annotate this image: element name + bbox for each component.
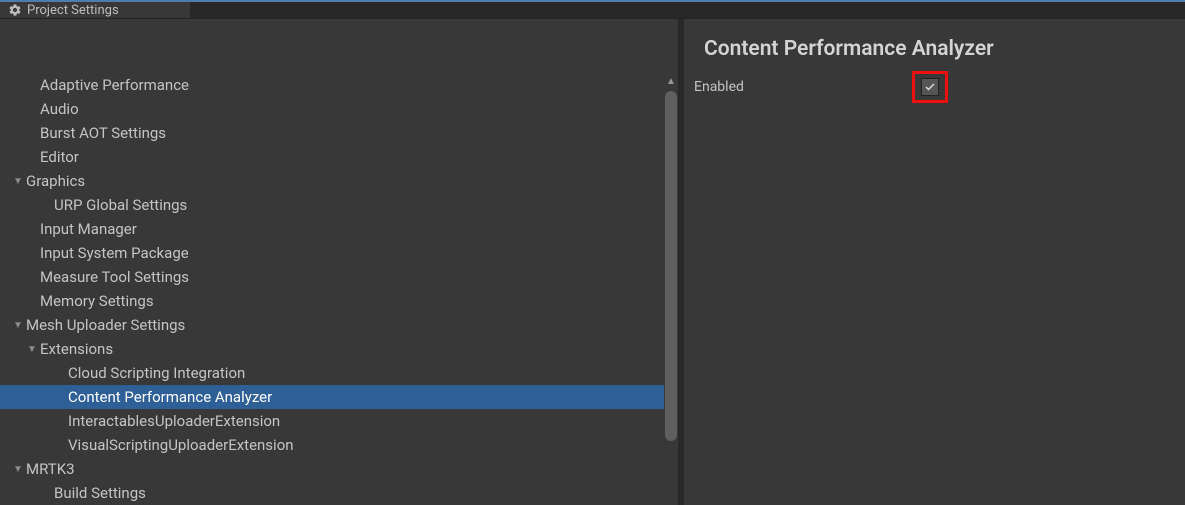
tree-item-label: Build Settings xyxy=(54,484,146,502)
tree-item-label: Content Performance Analyzer xyxy=(68,388,272,406)
tree-item-cloud-scripting-integration[interactable]: Cloud Scripting Integration xyxy=(0,361,664,385)
tab-label: Project Settings xyxy=(27,3,119,18)
expand-arrow-icon[interactable]: ▼ xyxy=(26,344,38,355)
tree-item-mrtk3[interactable]: ▼MRTK3 xyxy=(0,457,664,481)
scroll-thumb[interactable] xyxy=(665,91,677,441)
detail-title: Content Performance Analyzer xyxy=(704,37,1171,61)
tree-item-burst-aot-settings[interactable]: Burst AOT Settings xyxy=(0,121,664,145)
enabled-checkbox[interactable] xyxy=(921,78,939,96)
tree-item-adaptive-performance[interactable]: Adaptive Performance xyxy=(0,73,664,97)
tree-item-label: Measure Tool Settings xyxy=(40,268,189,286)
tree-item-input-manager[interactable]: Input Manager xyxy=(0,217,664,241)
enabled-label: Enabled xyxy=(694,79,912,95)
tree-item-visualscriptinguploaderextension[interactable]: VisualScriptingUploaderExtension xyxy=(0,433,664,457)
tree-item-measure-tool-settings[interactable]: Measure Tool Settings xyxy=(0,265,664,289)
enabled-row: Enabled xyxy=(694,75,1171,99)
tree-item-label: Burst AOT Settings xyxy=(40,124,166,142)
tab-project-settings[interactable]: Project Settings xyxy=(0,2,190,18)
tree-item-label: Editor xyxy=(40,148,79,166)
gear-icon xyxy=(8,3,22,17)
tree-item-label: Graphics xyxy=(26,172,85,190)
tree-item-label: URP Global Settings xyxy=(54,196,187,214)
tree-item-label: Input Manager xyxy=(40,220,137,238)
expand-arrow-icon[interactable]: ▼ xyxy=(12,464,24,475)
scroll-up-icon[interactable]: ▲ xyxy=(664,73,678,89)
tree-item-editor[interactable]: Editor xyxy=(0,145,664,169)
tab-bar: Project Settings xyxy=(0,0,1185,18)
tree-item-label: Adaptive Performance xyxy=(40,76,189,94)
detail-panel: Content Performance Analyzer Enabled xyxy=(684,19,1185,113)
tree-item-extensions[interactable]: ▼Extensions xyxy=(0,337,664,361)
tree-item-label: Audio xyxy=(40,100,79,118)
tree-item-interactablesuploaderextension[interactable]: InteractablesUploaderExtension xyxy=(0,409,664,433)
tree-item-memory-settings[interactable]: Memory Settings xyxy=(0,289,664,313)
tree-item-urp-global-settings[interactable]: URP Global Settings xyxy=(0,193,664,217)
tree-item-content-performance-analyzer[interactable]: Content Performance Analyzer xyxy=(0,385,664,409)
tree-item-input-system-package[interactable]: Input System Package xyxy=(0,241,664,265)
highlight-box xyxy=(912,71,948,103)
tree-item-label: Mesh Uploader Settings xyxy=(26,316,185,334)
tree-item-label: InteractablesUploaderExtension xyxy=(68,412,280,430)
tree-item-audio[interactable]: Audio xyxy=(0,97,664,121)
tree-item-graphics[interactable]: ▼Graphics xyxy=(0,169,664,193)
tree-item-mesh-uploader-settings[interactable]: ▼Mesh Uploader Settings xyxy=(0,313,664,337)
tree-item-label: VisualScriptingUploaderExtension xyxy=(68,436,294,454)
tree-item-label: Memory Settings xyxy=(40,292,154,310)
scrollbar[interactable]: ▲ xyxy=(664,73,678,505)
settings-tree[interactable]: Adaptive Performance Audio Burst AOT Setti… xyxy=(0,73,664,505)
expand-arrow-icon[interactable]: ▼ xyxy=(12,320,24,331)
tree-item-label: Input System Package xyxy=(40,244,189,262)
tree-item-build-settings[interactable]: Build Settings xyxy=(0,481,664,505)
tree-item-label: MRTK3 xyxy=(26,460,75,478)
tree-item-label: Cloud Scripting Integration xyxy=(68,364,245,382)
expand-arrow-icon[interactable]: ▼ xyxy=(12,176,24,187)
tree-item-label: Extensions xyxy=(40,340,113,358)
